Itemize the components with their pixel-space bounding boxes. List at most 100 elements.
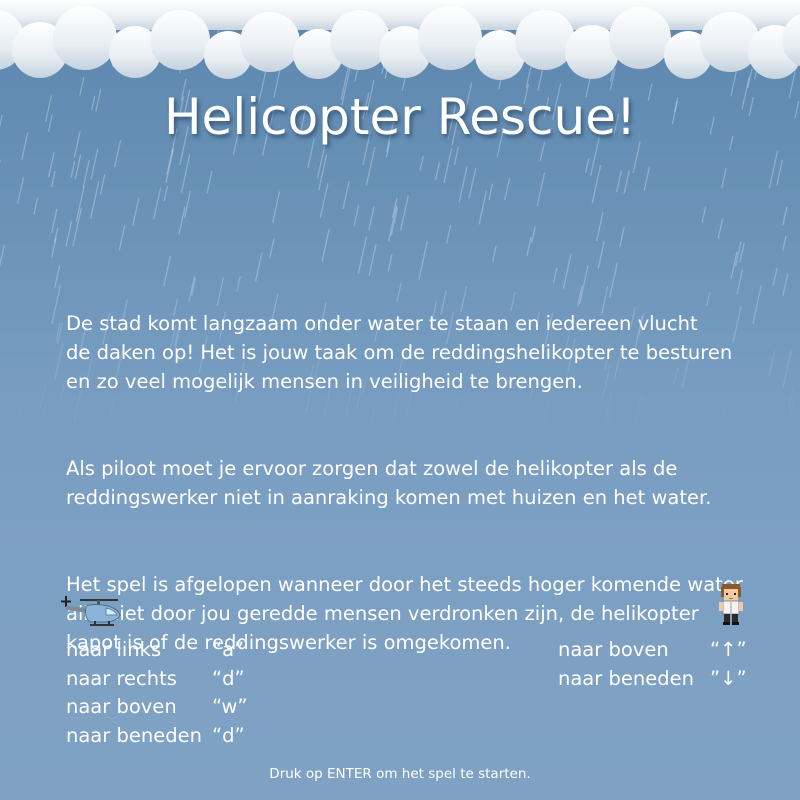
- rain-streak: [453, 146, 460, 165]
- rain-streak: [443, 148, 453, 184]
- story-paragraph-1: De stad komt langzaam onder water te sta…: [66, 312, 733, 393]
- control-key: “d”: [212, 666, 245, 690]
- rain-streak: [365, 146, 376, 186]
- rain-streak: [368, 206, 375, 231]
- rain-streak: [342, 180, 350, 210]
- rain-streak: [132, 197, 140, 227]
- rain-streak: [54, 341, 64, 380]
- start-screen: Helicopter Rescue! De stad komt langzaam…: [0, 0, 800, 800]
- rain-streak: [319, 183, 329, 219]
- control-key: “w”: [212, 695, 248, 718]
- rescue-worker-icon: [719, 584, 743, 625]
- rain-streak: [504, 178, 511, 201]
- control-action: naar beneden: [558, 666, 694, 690]
- rain-streak: [468, 167, 477, 199]
- rain-streak: [619, 227, 625, 248]
- rain-streak: [72, 207, 83, 247]
- rain-streak: [701, 206, 707, 223]
- rain-streak: [434, 162, 441, 181]
- rain-streak: [17, 177, 25, 204]
- rain-streak: [51, 284, 62, 325]
- control-action: naar boven: [66, 695, 177, 718]
- rain-streak: [60, 379, 66, 400]
- rain-streak: [178, 207, 186, 235]
- rain-streak: [419, 155, 424, 171]
- helicopter-controls: naar links “a” naar rechts “d” naar bove…: [66, 636, 247, 750]
- rain-streak: [268, 238, 275, 259]
- rain-streak: [526, 236, 532, 256]
- rain-streak: [321, 228, 330, 262]
- helicopter-icon: [61, 596, 121, 626]
- rain-streak: [75, 185, 85, 222]
- control-key: “↑”: [710, 638, 747, 661]
- rain-streak: [163, 185, 169, 201]
- rain-streak: [616, 170, 623, 193]
- rain-streak: [623, 170, 630, 194]
- story-paragraph-2: Als piloot moet je ervoor zorgen dat zow…: [66, 457, 712, 509]
- rain-streak: [153, 187, 162, 220]
- rain-streak: [89, 180, 100, 220]
- control-row: naar beneden ”↓”: [558, 665, 747, 694]
- rain-streak: [368, 244, 377, 276]
- rain-streak: [458, 165, 468, 203]
- rain-streak: [478, 190, 488, 225]
- rescuer-controls: naar boven “↑” naar beneden ”↓”: [558, 636, 747, 693]
- rain-streak: [165, 148, 175, 184]
- rain-streak: [530, 226, 536, 244]
- rain-streak: [18, 405, 23, 420]
- rain-streak: [0, 244, 5, 267]
- rain-streak: [183, 190, 192, 219]
- rain-streak: [70, 161, 76, 179]
- rain-streak: [717, 218, 724, 239]
- control-action: naar boven: [558, 638, 669, 661]
- rain-streak: [491, 245, 497, 262]
- control-row: naar boven “w”: [66, 693, 247, 722]
- rain-streak: [445, 224, 452, 244]
- rain-streak: [632, 141, 641, 174]
- control-key: ”↓”: [710, 666, 747, 690]
- rain-streak: [643, 166, 651, 191]
- rain-streak: [597, 240, 605, 269]
- control-key: “d”: [212, 723, 245, 747]
- rain-streak: [206, 170, 213, 194]
- rain-streak: [47, 151, 55, 178]
- rain-streak: [488, 183, 494, 201]
- rain-streak: [721, 167, 727, 189]
- rain-streak: [33, 197, 39, 215]
- rain-streak: [53, 227, 59, 243]
- control-row: naar links “a”: [66, 636, 247, 665]
- control-row: naar beneden “d”: [66, 722, 247, 751]
- start-prompt: Druk op ENTER om het spel te starten.: [269, 766, 531, 782]
- rain-streak: [596, 212, 604, 242]
- rain-streak: [399, 195, 409, 231]
- rain-streak: [418, 241, 428, 280]
- rain-streak: [591, 164, 602, 204]
- rain-streak: [254, 252, 263, 282]
- control-action: naar beneden: [66, 723, 202, 747]
- rain-streak: [387, 254, 393, 272]
- rain-streak: [585, 157, 590, 173]
- rain-streak: [782, 235, 787, 251]
- rain-streak: [357, 236, 368, 274]
- rain-streak: [53, 265, 61, 289]
- rain-streak: [536, 172, 546, 207]
- rain-streak: [82, 159, 90, 188]
- rain-streak: [316, 143, 326, 179]
- rain-streak: [74, 154, 82, 180]
- control-row: naar rechts “d”: [66, 665, 247, 694]
- rain-streak: [387, 205, 398, 242]
- rain-streak: [118, 225, 126, 251]
- rain-streak: [50, 170, 56, 188]
- rain-streak: [65, 221, 73, 247]
- rain-streak: [272, 191, 281, 223]
- control-row: naar boven “↑”: [558, 636, 747, 665]
- control-action: naar rechts: [66, 666, 177, 690]
- rain-streak: [41, 400, 48, 420]
- game-title: Helicopter Rescue!: [163, 88, 637, 146]
- rain-streak: [353, 205, 360, 227]
- rain-streak: [782, 206, 788, 226]
- rain-streak: [90, 148, 99, 180]
- rain-streak: [99, 173, 106, 195]
- control-key: “a”: [212, 638, 245, 661]
- rain-streak: [180, 154, 191, 193]
